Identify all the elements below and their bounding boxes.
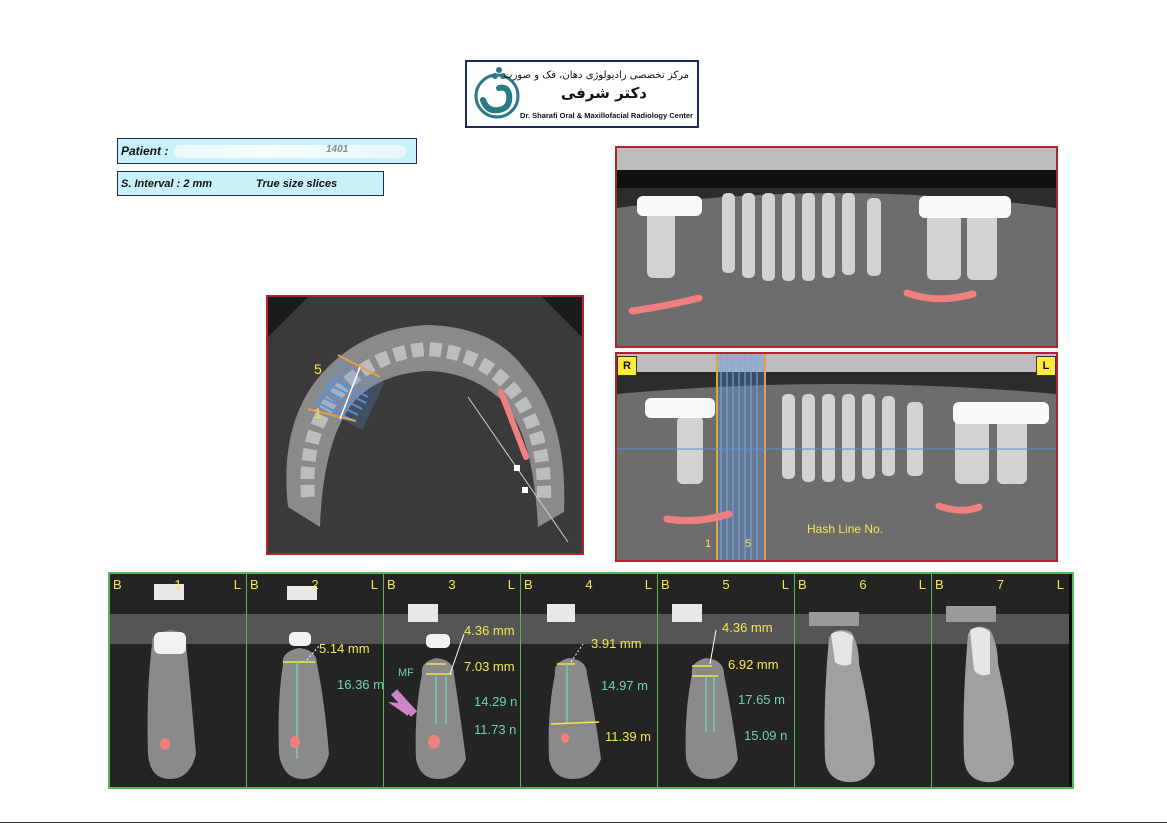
panoramic-top-graphic [617, 148, 1056, 346]
slice-lingual-label: L [644, 577, 652, 592]
slice-lingual-label: L [370, 577, 378, 592]
measurement-label: 11.73 n [474, 722, 517, 737]
slice-number: 5 [722, 577, 730, 592]
scan-interval-box: S. Interval : 2 mm True size slices [117, 171, 384, 196]
slice-1-graphic [110, 574, 246, 787]
slice-7-graphic [932, 574, 1069, 787]
measurement-label: 3.91 mm [591, 636, 642, 651]
axial-hash-first: 1 [314, 405, 322, 421]
center-logo: مرکز تخصصی رادیولوژی دهان، فک و صورت دکت… [465, 60, 699, 128]
slice-5-graphic [658, 574, 794, 787]
slice-lingual-label: L [781, 577, 789, 592]
slice-6-graphic [795, 574, 931, 787]
slice-number: 7 [996, 577, 1005, 592]
measurement-label: 11.39 m [605, 729, 652, 744]
cross-section-slice: B 6 L [795, 574, 932, 787]
slice-lingual-label: L [1056, 577, 1064, 592]
slice-lingual-label: L [233, 577, 241, 592]
axial-view-image: 5 1 [266, 295, 584, 555]
slice-interval-text: S. Interval : 2 mm [121, 178, 213, 190]
cross-section-slice: B 4 L 3.91 mm 14.97 m 11.39 m [521, 574, 658, 787]
cross-section-slice: B 3 L MF 4.36 mm 7.03 mm 14.29 n 11.73 n [384, 574, 521, 787]
cross-section-slice: B 2 L 5.14 mm 16.36 m [247, 574, 384, 787]
measurement-label: 4.36 mm [722, 620, 773, 635]
slice-number: 3 [448, 577, 456, 592]
measurement-label: 17.65 m [738, 692, 785, 707]
measurement-label: 7.03 mm [464, 659, 515, 674]
cross-section-slice: B 7 L [932, 574, 1069, 787]
patient-label: Patient : [121, 144, 169, 158]
left-side-tag: L [1036, 356, 1056, 376]
pano-hash-first: 1 [705, 538, 712, 550]
hash-line-label: Hash Line No. [807, 522, 884, 536]
patient-info-box: Patient : 1401 [117, 138, 417, 164]
measurement-label: 6.92 mm [728, 657, 779, 672]
panoramic-view-top [615, 146, 1058, 348]
axial-hash-last: 5 [314, 361, 322, 377]
logo-persian-title: دکتر شرفی [560, 84, 647, 102]
slice-number: 1 [174, 577, 182, 592]
cross-section-slice: B 1 L [110, 574, 247, 787]
measurement-label: 15.09 n [744, 728, 788, 743]
pano-hash-last: 5 [745, 538, 752, 550]
slice-number: 6 [859, 577, 867, 592]
measurement-label: 5.14 mm [319, 641, 370, 656]
cross-section-strip: B 1 L B 2 L 5.14 mm 16.36 m B 3 L MF 4.3… [108, 572, 1074, 789]
cross-section-slice: B 5 L 4.36 mm 6.92 mm 17.65 m 15.09 n [658, 574, 795, 787]
patient-name-redaction [174, 145, 406, 158]
slice-lingual-label: L [507, 577, 515, 592]
mental-foramen-label: MF [398, 667, 414, 679]
logo-english-name: Dr. Sharafi Oral & Maxillofacial Radiolo… [520, 111, 693, 120]
slice-number: 4 [585, 577, 593, 592]
panoramic-view-reference: R L 1 5 Hash Line No. [615, 352, 1058, 562]
measurement-label: 14.97 m [601, 678, 648, 693]
axial-mandible-graphic [268, 297, 582, 553]
slice-3-graphic [384, 574, 520, 787]
right-side-tag: R [617, 356, 637, 376]
measurement-label: 16.36 m [337, 677, 384, 692]
page-bottom-rule [0, 822, 1167, 823]
measurement-label: 4.36 mm [464, 623, 515, 638]
patient-year: 1401 [326, 144, 349, 155]
measurement-label: 14.29 n [474, 694, 518, 709]
true-size-text: True size slices [256, 178, 338, 190]
slice-lingual-label: L [918, 577, 926, 592]
logo-persian-subtitle: مرکز تخصصی رادیولوژی دهان، فک و صورت [503, 70, 689, 81]
slice-number: 2 [311, 577, 319, 592]
